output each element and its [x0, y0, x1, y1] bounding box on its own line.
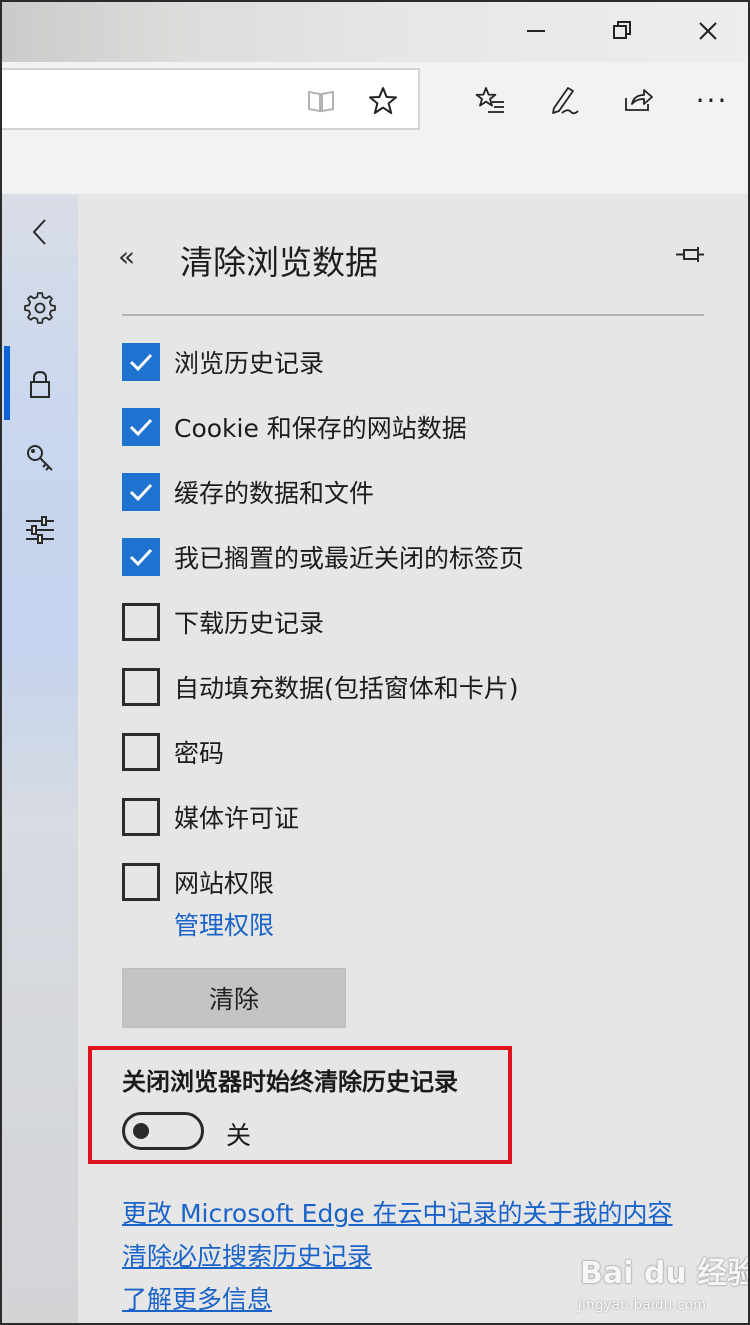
- reading-view-button[interactable]: [300, 80, 342, 122]
- minimize-button[interactable]: [508, 10, 564, 52]
- more-icon: ···: [695, 83, 729, 117]
- sliders-icon: [26, 516, 54, 544]
- checkmark-icon: [129, 418, 153, 437]
- reading-view-icon: [308, 90, 334, 113]
- option-tabs[interactable]: 我已搁置的或最近关闭的标签页: [122, 537, 524, 577]
- option-label: 网站权限: [174, 869, 275, 898]
- favorites-hub-button[interactable]: [466, 78, 514, 122]
- option-label: 我已搁置的或最近关闭的标签页: [174, 544, 525, 573]
- option-download-history[interactable]: 下载历史记录: [122, 602, 324, 642]
- browser-toolbar: ···: [0, 62, 750, 194]
- restore-icon: [613, 21, 631, 39]
- more-button[interactable]: ···: [688, 78, 736, 122]
- chevron-left-icon: [32, 219, 46, 245]
- checkmark-icon: [129, 483, 153, 502]
- option-cookies[interactable]: Cookie 和保存的网站数据: [122, 407, 467, 447]
- checkbox[interactable]: [122, 863, 160, 901]
- option-label: 媒体许可证: [174, 804, 300, 833]
- watermark: Bai du 经验 jingyan.baidu.com: [572, 1248, 750, 1322]
- checkbox[interactable]: [122, 538, 160, 576]
- checkbox[interactable]: [122, 473, 160, 511]
- checkbox[interactable]: [122, 408, 160, 446]
- key-icon: [27, 445, 53, 471]
- pen-icon: [552, 87, 579, 115]
- checkbox[interactable]: [122, 798, 160, 836]
- clear-button[interactable]: 清除: [122, 968, 346, 1028]
- panel-back-button[interactable]: «: [118, 240, 135, 273]
- web-note-button[interactable]: [540, 78, 588, 122]
- active-nav-indicator: [4, 346, 10, 420]
- watermark-url: jingyan.baidu.com: [578, 1298, 707, 1313]
- nav-privacy-button[interactable]: [18, 362, 62, 406]
- option-cached-data[interactable]: 缓存的数据和文件: [122, 472, 374, 512]
- always-clear-toggle[interactable]: [122, 1112, 204, 1150]
- favorite-button[interactable]: [362, 80, 404, 122]
- minimize-icon: [527, 30, 545, 32]
- pin-icon: [676, 247, 704, 262]
- always-clear-title: 关闭浏览器时始终清除历史记录: [122, 1068, 458, 1096]
- favorites-list-icon: [475, 87, 504, 113]
- toggle-state-label: 关: [226, 1121, 252, 1150]
- checkbox[interactable]: [122, 603, 160, 641]
- address-bar[interactable]: [0, 68, 420, 130]
- lock-icon: [30, 370, 50, 398]
- option-site-permissions[interactable]: 网站权限: [122, 862, 274, 902]
- share-icon: [625, 89, 653, 111]
- nav-general-button[interactable]: [18, 286, 62, 330]
- checkmark-icon: [129, 353, 153, 372]
- option-browsing-history[interactable]: 浏览历史记录: [122, 342, 324, 382]
- nav-advanced-button[interactable]: [18, 508, 62, 552]
- option-label: Cookie 和保存的网站数据: [174, 414, 467, 443]
- checkbox[interactable]: [122, 733, 160, 771]
- restore-button[interactable]: [594, 10, 650, 52]
- learn-more-link[interactable]: 了解更多信息: [122, 1280, 272, 1316]
- clear-bing-history-link[interactable]: 清除必应搜索历史记录: [122, 1237, 372, 1273]
- checkbox[interactable]: [122, 668, 160, 706]
- option-media-licenses[interactable]: 媒体许可证: [122, 797, 299, 837]
- option-label: 密码: [174, 739, 225, 768]
- checkbox[interactable]: [122, 343, 160, 381]
- panel-title: 清除浏览数据: [180, 243, 378, 282]
- pin-button[interactable]: [672, 238, 708, 274]
- title-bar: [0, 0, 750, 62]
- nav-passwords-button[interactable]: [18, 436, 62, 480]
- close-window-button[interactable]: [680, 10, 736, 52]
- share-button[interactable]: [614, 78, 662, 122]
- panel-divider: [122, 314, 704, 316]
- nav-back-button[interactable]: [18, 210, 62, 254]
- option-label: 缓存的数据和文件: [174, 479, 375, 508]
- option-label: 浏览历史记录: [174, 349, 325, 378]
- watermark-logo: Bai du 经验: [580, 1256, 750, 1291]
- option-passwords[interactable]: 密码: [122, 732, 224, 772]
- toggle-knob: [133, 1123, 149, 1139]
- checkmark-icon: [129, 548, 153, 567]
- option-label: 下载历史记录: [174, 609, 325, 638]
- option-autofill[interactable]: 自动填充数据(包括窗体和卡片): [122, 667, 519, 707]
- star-icon: [369, 87, 397, 114]
- manage-permissions-link[interactable]: 管理权限: [174, 906, 274, 942]
- option-label: 自动填充数据(包括窗体和卡片): [174, 674, 519, 703]
- change-cloud-data-link[interactable]: 更改 Microsoft Edge 在云中记录的关于我的内容: [122, 1194, 673, 1230]
- close-icon: [699, 22, 717, 40]
- gear-icon: [24, 292, 56, 324]
